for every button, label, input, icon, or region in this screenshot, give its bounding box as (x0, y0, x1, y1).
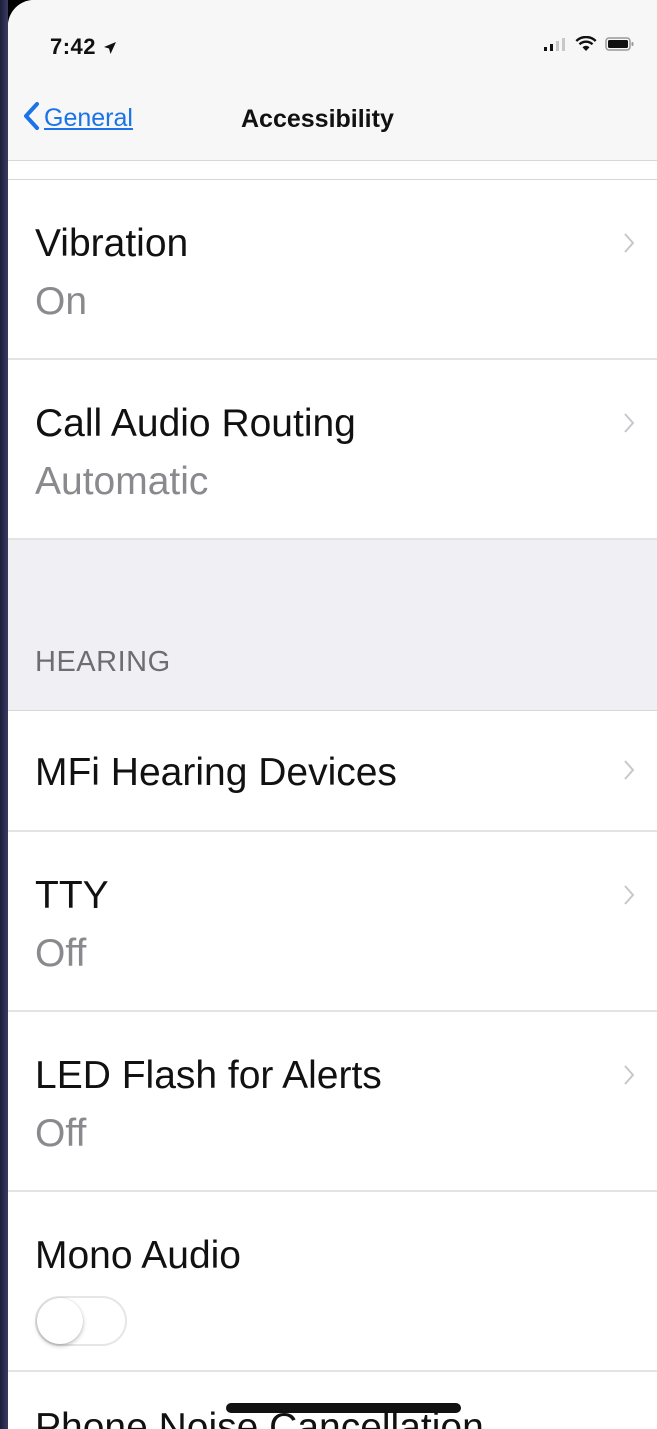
accessibility-screen: 7:42 General Accessibility Vibration On … (8, 0, 657, 1429)
row-title: Vibration (35, 222, 189, 265)
chevron-right-icon (624, 885, 635, 905)
chevron-right-icon (624, 413, 635, 433)
back-label: General (44, 104, 133, 132)
chevron-left-icon (22, 101, 40, 136)
navigation-bar: General Accessibility (8, 85, 657, 161)
location-arrow-icon (103, 34, 117, 59)
chevron-right-icon (624, 233, 635, 253)
row-phone-noise-cancellation[interactable]: Phone Noise Cancellation (8, 1372, 657, 1429)
row-tty[interactable]: TTY Off (8, 832, 657, 1012)
row-title: Mono Audio (35, 1234, 241, 1277)
chevron-right-icon (624, 760, 635, 780)
row-title: TTY (35, 874, 109, 917)
home-indicator[interactable] (226, 1403, 461, 1413)
status-time: 7:42 (50, 34, 117, 60)
row-value: Off (35, 1112, 87, 1155)
chevron-right-icon (624, 1065, 635, 1085)
section-header-hearing: HEARING (8, 540, 657, 711)
row-led-flash-for-alerts[interactable]: LED Flash for Alerts Off (8, 1012, 657, 1192)
row-mono-audio: Mono Audio (8, 1192, 657, 1372)
mono-audio-toggle[interactable] (35, 1296, 127, 1346)
row-mfi-hearing-devices[interactable]: MFi Hearing Devices (8, 711, 657, 832)
device-bezel (0, 0, 8, 1429)
row-title: MFi Hearing Devices (35, 751, 397, 794)
settings-list[interactable]: Vibration On Call Audio Routing Automati… (8, 161, 657, 1429)
back-button[interactable]: General (22, 101, 133, 136)
page-title: Accessibility (241, 105, 394, 133)
status-bar: 7:42 (8, 0, 657, 85)
cellular-signal-icon (543, 36, 567, 57)
toggle-knob (37, 1298, 83, 1344)
row-value: On (35, 280, 88, 323)
row-call-audio-routing[interactable]: Call Audio Routing Automatic (8, 360, 657, 540)
row-vibration[interactable]: Vibration On (8, 180, 657, 360)
section-header-label: HEARING (35, 646, 171, 678)
row-title: Call Audio Routing (35, 402, 356, 445)
battery-icon (605, 36, 635, 57)
row-value: Automatic (35, 460, 209, 503)
list-top-divider (8, 161, 657, 180)
status-time-text: 7:42 (50, 34, 97, 59)
row-title: LED Flash for Alerts (35, 1054, 382, 1097)
wifi-icon (575, 35, 597, 57)
status-icons (543, 35, 635, 57)
row-value: Off (35, 932, 87, 975)
